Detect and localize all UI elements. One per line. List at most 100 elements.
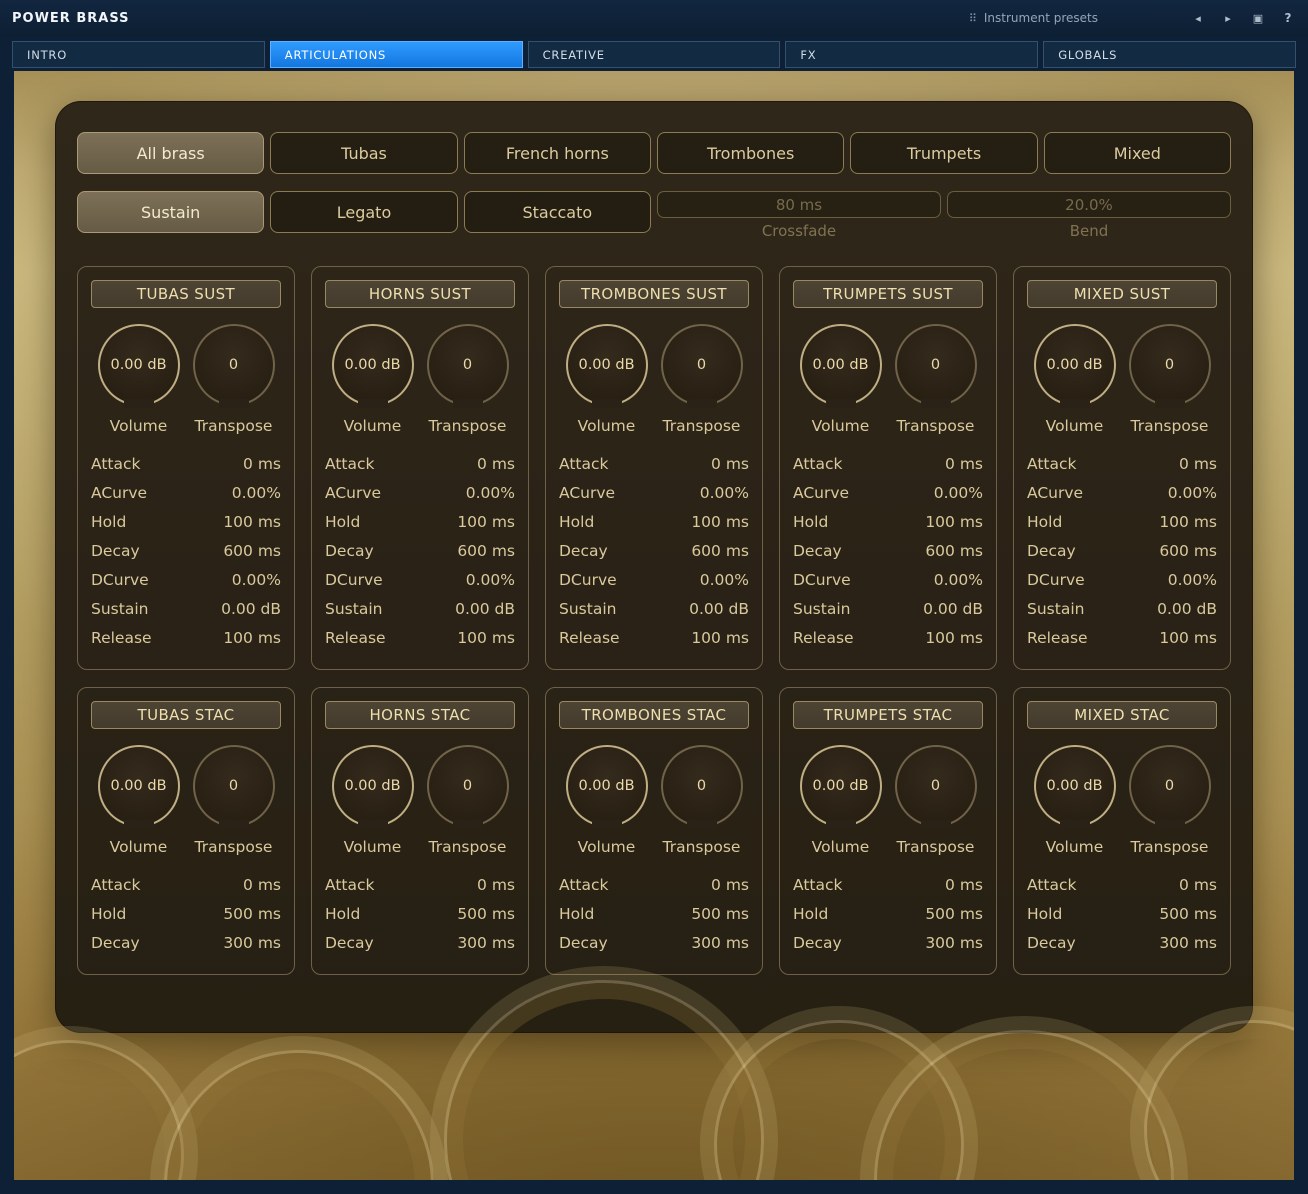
param-value[interactable]: 0 ms xyxy=(711,450,749,479)
bend-slider[interactable]: 20.0% xyxy=(947,191,1231,218)
param-value[interactable]: 300 ms xyxy=(925,929,983,958)
ensemble-button-mixed[interactable]: Mixed xyxy=(1044,132,1231,174)
volume-knob[interactable]: 0.00 dB xyxy=(566,745,648,827)
transpose-knob[interactable]: 0 xyxy=(661,745,743,827)
tab-intro[interactable]: INTRO xyxy=(12,41,265,68)
param-value[interactable]: 0.00 dB xyxy=(689,595,749,624)
param-value[interactable]: 500 ms xyxy=(925,900,983,929)
param-value[interactable]: 0.00% xyxy=(466,479,515,508)
instrument-presets-button[interactable]: ⠿ Instrument presets xyxy=(969,11,1098,25)
param-value[interactable]: 600 ms xyxy=(223,537,281,566)
param-value[interactable]: 600 ms xyxy=(691,537,749,566)
param-value[interactable]: 500 ms xyxy=(1159,900,1217,929)
card-title[interactable]: TRUMPETS STAC xyxy=(793,701,983,729)
param-value[interactable]: 0.00% xyxy=(1168,479,1217,508)
param-value[interactable]: 0 ms xyxy=(945,871,983,900)
param-value[interactable]: 600 ms xyxy=(1159,537,1217,566)
param-value[interactable]: 0.00% xyxy=(934,566,983,595)
transpose-knob[interactable]: 0 xyxy=(427,324,509,406)
param-value[interactable]: 0.00% xyxy=(934,479,983,508)
param-value[interactable]: 300 ms xyxy=(457,929,515,958)
param-value[interactable]: 100 ms xyxy=(1159,624,1217,653)
card-title[interactable]: MIXED SUST xyxy=(1027,280,1217,308)
transpose-knob[interactable]: 0 xyxy=(427,745,509,827)
param-value[interactable]: 0.00 dB xyxy=(1157,595,1217,624)
param-value[interactable]: 600 ms xyxy=(925,537,983,566)
param-value[interactable]: 500 ms xyxy=(457,900,515,929)
param-value[interactable]: 300 ms xyxy=(223,929,281,958)
card-title[interactable]: HORNS SUST xyxy=(325,280,515,308)
card-title[interactable]: MIXED STAC xyxy=(1027,701,1217,729)
prev-arrow-icon[interactable]: ◂ xyxy=(1190,12,1206,25)
card-title[interactable]: TROMBONES SUST xyxy=(559,280,749,308)
volume-knob[interactable]: 0.00 dB xyxy=(1034,745,1116,827)
tab-creative[interactable]: CREATIVE xyxy=(528,41,781,68)
volume-knob[interactable]: 0.00 dB xyxy=(98,324,180,406)
param-value[interactable]: 0 ms xyxy=(243,871,281,900)
param-value[interactable]: 0 ms xyxy=(243,450,281,479)
card-title[interactable]: TRUMPETS SUST xyxy=(793,280,983,308)
articulation-button-sustain[interactable]: Sustain xyxy=(77,191,264,233)
param-value[interactable]: 0.00 dB xyxy=(923,595,983,624)
tab-articulations[interactable]: ARTICULATIONS xyxy=(270,41,523,68)
crossfade-slider[interactable]: 80 ms xyxy=(657,191,941,218)
tab-fx[interactable]: FX xyxy=(785,41,1038,68)
transpose-knob[interactable]: 0 xyxy=(193,324,275,406)
param-value[interactable]: 500 ms xyxy=(223,900,281,929)
card-title[interactable]: TUBAS SUST xyxy=(91,280,281,308)
param-value[interactable]: 300 ms xyxy=(691,929,749,958)
param-value[interactable]: 0.00% xyxy=(1168,566,1217,595)
window-icon[interactable]: ▣ xyxy=(1250,12,1266,25)
volume-knob[interactable]: 0.00 dB xyxy=(332,745,414,827)
transpose-knob[interactable]: 0 xyxy=(895,745,977,827)
card-title[interactable]: TUBAS STAC xyxy=(91,701,281,729)
param-value[interactable]: 100 ms xyxy=(691,624,749,653)
param-value[interactable]: 0.00% xyxy=(700,566,749,595)
volume-knob[interactable]: 0.00 dB xyxy=(332,324,414,406)
param-value[interactable]: 0 ms xyxy=(1179,871,1217,900)
param-value[interactable]: 300 ms xyxy=(1159,929,1217,958)
param-value[interactable]: 500 ms xyxy=(691,900,749,929)
param-value[interactable]: 0 ms xyxy=(711,871,749,900)
param-value[interactable]: 100 ms xyxy=(223,508,281,537)
param-value[interactable]: 0.00 dB xyxy=(455,595,515,624)
transpose-knob[interactable]: 0 xyxy=(1129,324,1211,406)
volume-knob[interactable]: 0.00 dB xyxy=(1034,324,1116,406)
param-value[interactable]: 0 ms xyxy=(477,450,515,479)
param-value[interactable]: 0 ms xyxy=(477,871,515,900)
volume-knob[interactable]: 0.00 dB xyxy=(800,745,882,827)
param-value[interactable]: 0 ms xyxy=(945,450,983,479)
tab-globals[interactable]: GLOBALS xyxy=(1043,41,1296,68)
param-value[interactable]: 100 ms xyxy=(1159,508,1217,537)
card-title[interactable]: TROMBONES STAC xyxy=(559,701,749,729)
param-value[interactable]: 100 ms xyxy=(457,624,515,653)
ensemble-button-tubas[interactable]: Tubas xyxy=(270,132,457,174)
param-value[interactable]: 0.00% xyxy=(466,566,515,595)
param-value[interactable]: 0.00% xyxy=(232,479,281,508)
param-value[interactable]: 0.00% xyxy=(232,566,281,595)
param-value[interactable]: 0.00% xyxy=(700,479,749,508)
param-value[interactable]: 100 ms xyxy=(925,624,983,653)
transpose-knob[interactable]: 0 xyxy=(193,745,275,827)
param-value[interactable]: 100 ms xyxy=(223,624,281,653)
help-icon[interactable]: ? xyxy=(1280,11,1296,25)
param-value[interactable]: 100 ms xyxy=(457,508,515,537)
card-title[interactable]: HORNS STAC xyxy=(325,701,515,729)
articulation-button-staccato[interactable]: Staccato xyxy=(464,191,651,233)
volume-knob[interactable]: 0.00 dB xyxy=(566,324,648,406)
ensemble-button-trombones[interactable]: Trombones xyxy=(657,132,844,174)
param-value[interactable]: 100 ms xyxy=(691,508,749,537)
next-arrow-icon[interactable]: ▸ xyxy=(1220,12,1236,25)
ensemble-button-trumpets[interactable]: Trumpets xyxy=(850,132,1037,174)
volume-knob[interactable]: 0.00 dB xyxy=(98,745,180,827)
param-value[interactable]: 100 ms xyxy=(925,508,983,537)
ensemble-button-french-horns[interactable]: French horns xyxy=(464,132,651,174)
ensemble-button-all-brass[interactable]: All brass xyxy=(77,132,264,174)
articulation-button-legato[interactable]: Legato xyxy=(270,191,457,233)
param-value[interactable]: 0 ms xyxy=(1179,450,1217,479)
param-value[interactable]: 0.00 dB xyxy=(221,595,281,624)
transpose-knob[interactable]: 0 xyxy=(1129,745,1211,827)
transpose-knob[interactable]: 0 xyxy=(661,324,743,406)
param-value[interactable]: 600 ms xyxy=(457,537,515,566)
transpose-knob[interactable]: 0 xyxy=(895,324,977,406)
